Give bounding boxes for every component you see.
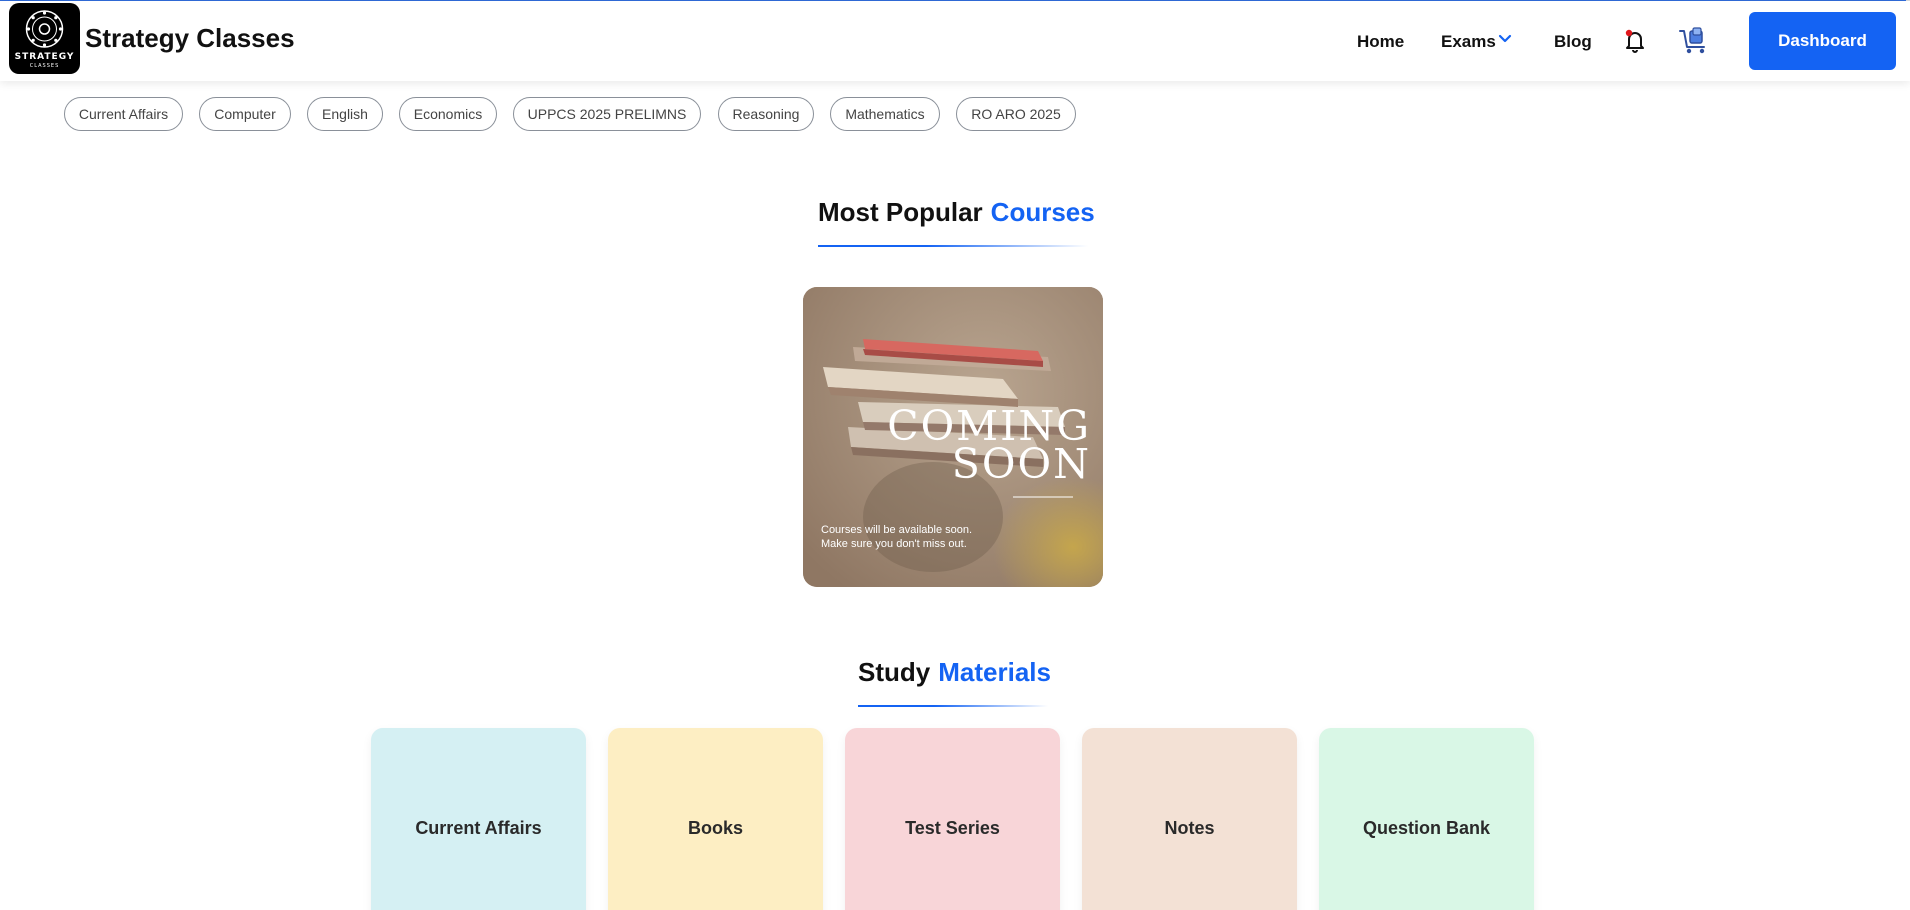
chip-computer[interactable]: Computer — [199, 97, 291, 131]
dashboard-button[interactable]: Dashboard — [1749, 12, 1896, 70]
material-label: Question Bank — [1362, 817, 1491, 838]
nav-blog[interactable]: Blog — [1554, 32, 1592, 52]
chip-uppcs-2025-prelims[interactable]: UPPCS 2025 PRELIMNS — [513, 97, 701, 131]
chip-ro-aro-2025[interactable]: RO ARO 2025 — [956, 97, 1076, 131]
nav-exams-label: Exams — [1441, 32, 1496, 51]
brand-logo[interactable]: STRATEGY CLASSES — [9, 3, 80, 74]
chip-mathematics[interactable]: Mathematics — [830, 97, 940, 131]
popular-courses-title: Most Popular Courses — [818, 197, 1095, 228]
brand-name[interactable]: Strategy Classes — [85, 23, 295, 54]
popular-title-accent: Courses — [990, 197, 1095, 227]
material-label: Notes — [1164, 817, 1215, 838]
material-card-question-bank[interactable]: Question Bank — [1319, 728, 1534, 910]
site-header: STRATEGY CLASSES Strategy Classes Home E… — [0, 1, 1910, 81]
coming-soon-note-line1: Courses will be available soon. — [821, 524, 973, 536]
logo-subtext: CLASSES — [30, 63, 60, 69]
coming-soon-line2: SOON — [951, 440, 1091, 488]
material-label: Books — [687, 817, 743, 838]
chevron-down-icon — [1497, 31, 1513, 52]
material-card-test-series[interactable]: Test Series — [845, 728, 1060, 910]
popular-title-underline — [818, 245, 1088, 247]
chip-reasoning[interactable]: Reasoning — [718, 97, 814, 131]
study-title-main: Study — [858, 657, 931, 687]
cart-icon[interactable] — [1678, 25, 1710, 62]
nav-home[interactable]: Home — [1357, 32, 1404, 52]
study-title-underline — [858, 705, 1048, 707]
chip-current-affairs[interactable]: Current Affairs — [64, 97, 183, 131]
coming-soon-note: Courses will be available soon. Make sur… — [821, 523, 972, 551]
material-card-notes[interactable]: Notes — [1082, 728, 1297, 910]
nav-exams[interactable]: Exams — [1441, 32, 1512, 52]
material-card-books[interactable]: Books — [608, 728, 823, 910]
study-title-accent: Materials — [938, 657, 1051, 687]
study-materials-title: Study Materials — [858, 657, 1051, 688]
logo-text: STRATEGY — [15, 52, 75, 62]
material-label: Test Series — [905, 817, 1000, 838]
coming-soon-course-card[interactable]: COMING SOON Courses will be available so… — [803, 287, 1103, 587]
chip-english[interactable]: English — [307, 97, 383, 131]
popular-title-main: Most Popular — [818, 197, 983, 227]
material-card-current-affairs[interactable]: Current Affairs — [371, 728, 586, 910]
chip-economics[interactable]: Economics — [399, 97, 497, 131]
material-label: Current Affairs — [415, 817, 542, 838]
coming-soon-note-line2: Make sure you don't miss out. — [821, 538, 967, 550]
bell-icon[interactable] — [1621, 27, 1649, 60]
